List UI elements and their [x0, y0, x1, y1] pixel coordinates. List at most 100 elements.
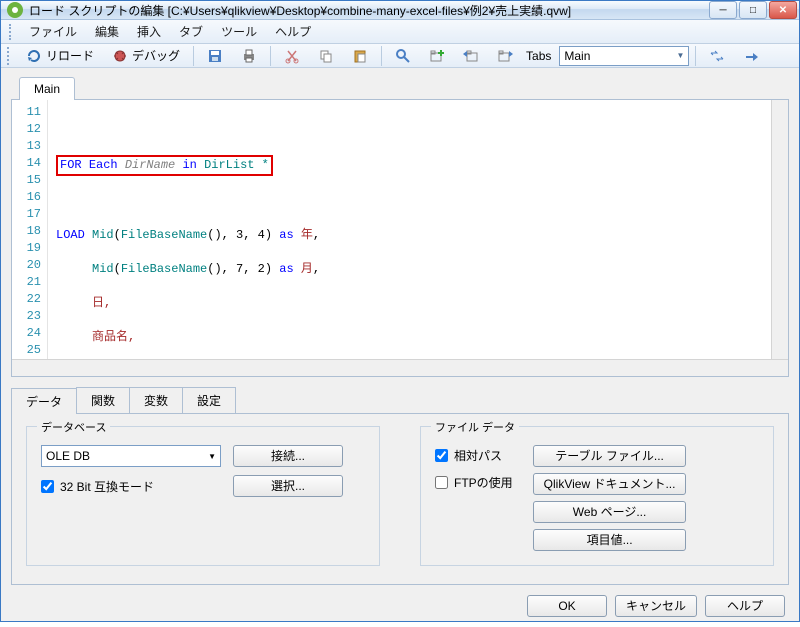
line-number: 15	[12, 172, 41, 189]
titlebar: ロード スクリプトの編集 [C:¥Users¥qlikview¥Desktop¥…	[1, 1, 799, 20]
menu-insert[interactable]: 挿入	[129, 20, 169, 43]
web-page-button[interactable]: Web ページ...	[533, 501, 687, 523]
relative-path-label: 相対パス	[454, 447, 502, 464]
filedata-legend: ファイル データ	[431, 419, 519, 435]
ftp-label: FTPの使用	[454, 474, 513, 491]
paste-button[interactable]	[345, 45, 375, 67]
line-number: 24	[12, 325, 41, 342]
vertical-scrollbar[interactable]	[771, 100, 788, 359]
relative-path-input[interactable]	[435, 449, 448, 462]
connect-button[interactable]: 接続...	[233, 445, 343, 467]
search-button[interactable]	[388, 45, 418, 67]
toolbar-extra1-button[interactable]	[702, 45, 732, 67]
qlikview-doc-button[interactable]: QlikView ドキュメント...	[533, 473, 687, 495]
menu-tool[interactable]: ツール	[213, 20, 265, 43]
tab-add-icon	[429, 48, 445, 64]
cancel-button[interactable]: キャンセル	[615, 595, 697, 617]
editor-tabstrip: Main	[1, 68, 799, 99]
toolbar-grip	[7, 47, 13, 65]
separator	[381, 46, 382, 66]
close-button[interactable]: ✕	[769, 1, 797, 19]
paste-icon	[352, 48, 368, 64]
reload-button[interactable]: リロード	[19, 44, 101, 67]
save-button[interactable]	[200, 45, 230, 67]
line-number: 21	[12, 274, 41, 291]
32bit-mode-checkbox[interactable]: 32 Bit 互換モード	[41, 478, 221, 495]
tab-data[interactable]: データ	[11, 388, 77, 414]
menubar: ファイル 編集 挿入 タブ ツール ヘルプ	[1, 20, 799, 44]
line-number: 16	[12, 189, 41, 206]
reload-icon	[26, 48, 42, 64]
search-icon	[395, 48, 411, 64]
tab-right-button[interactable]	[490, 45, 520, 67]
print-button[interactable]	[234, 45, 264, 67]
line-number: 17	[12, 206, 41, 223]
line-number: 18	[12, 223, 41, 240]
line-number: 23	[12, 308, 41, 325]
tabs-select-value: Main	[564, 49, 590, 63]
copy-icon	[318, 48, 334, 64]
toolbar-extra2-button[interactable]	[736, 45, 766, 67]
separator	[695, 46, 696, 66]
bottom-panel-content: データベース OLE DB ▼ 接続... 32 Bit 互換モード 選択...	[11, 413, 789, 585]
database-legend: データベース	[37, 419, 110, 435]
tab-functions[interactable]: 関数	[76, 387, 130, 413]
dialog-footer: OK キャンセル ヘルプ	[1, 585, 799, 627]
relative-path-checkbox[interactable]: 相対パス	[435, 447, 513, 464]
select-button[interactable]: 選択...	[233, 475, 343, 497]
32bit-mode-label: 32 Bit 互換モード	[60, 478, 154, 495]
menu-file[interactable]: ファイル	[21, 20, 85, 43]
maximize-button[interactable]: □	[739, 1, 767, 19]
ok-button[interactable]: OK	[527, 595, 607, 617]
tabs-select[interactable]: Main ▼	[559, 46, 689, 66]
line-number: 19	[12, 240, 41, 257]
ftp-checkbox[interactable]: FTPの使用	[435, 474, 513, 491]
window: ロード スクリプトの編集 [C:¥Users¥qlikview¥Desktop¥…	[0, 0, 800, 622]
line-gutter: 11 12 13 14 15 16 17 18 19 20 21 22 23 2…	[12, 100, 48, 359]
window-title: ロード スクリプトの編集 [C:¥Users¥qlikview¥Desktop¥…	[29, 2, 709, 19]
line-number: 13	[12, 138, 41, 155]
save-icon	[207, 48, 223, 64]
app-icon	[7, 2, 23, 18]
editor: 11 12 13 14 15 16 17 18 19 20 21 22 23 2…	[11, 99, 789, 377]
table-file-button[interactable]: テーブル ファイル...	[533, 445, 687, 467]
ftp-input[interactable]	[435, 476, 448, 489]
tab-settings[interactable]: 設定	[182, 387, 236, 413]
cut-button[interactable]	[277, 45, 307, 67]
db-type-value: OLE DB	[46, 449, 90, 463]
bottom-panel: データ 関数 変数 設定 データベース OLE DB ▼ 接続... 32	[11, 387, 789, 585]
debug-icon	[112, 48, 128, 64]
reload-label: リロード	[46, 47, 94, 64]
minimize-button[interactable]: ─	[709, 1, 737, 19]
dropdown-arrow-icon: ▼	[676, 51, 684, 60]
toolbar: リロード デバッグ Tabs Main ▼	[1, 44, 799, 68]
help-button[interactable]: ヘルプ	[705, 595, 785, 617]
tab-right-icon	[497, 48, 513, 64]
separator	[193, 46, 194, 66]
separator	[270, 46, 271, 66]
tab-add-button[interactable]	[422, 45, 452, 67]
database-group: データベース OLE DB ▼ 接続... 32 Bit 互換モード 選択...	[26, 426, 380, 566]
filedata-group: ファイル データ 相対パス FTPの使用 テーブル ファイル...	[420, 426, 774, 566]
debug-button[interactable]: デバッグ	[105, 44, 187, 67]
menubar-grip	[9, 24, 15, 40]
tab-variables[interactable]: 変数	[129, 387, 183, 413]
menu-help[interactable]: ヘルプ	[267, 20, 319, 43]
bottom-tabs: データ 関数 変数 設定	[11, 387, 789, 413]
horizontal-scrollbar[interactable]	[12, 359, 788, 376]
db-type-select[interactable]: OLE DB ▼	[41, 445, 221, 467]
forward-icon	[743, 48, 759, 64]
copy-button[interactable]	[311, 45, 341, 67]
editor-tab-main[interactable]: Main	[19, 77, 75, 100]
menu-edit[interactable]: 編集	[87, 20, 127, 43]
tab-left-button[interactable]	[456, 45, 486, 67]
code-area[interactable]: FOR Each DirName in DirList * LOAD Mid(F…	[48, 100, 771, 359]
dropdown-arrow-icon: ▼	[208, 452, 216, 461]
32bit-mode-input[interactable]	[41, 480, 54, 493]
line-number: 12	[12, 121, 41, 138]
line-number: 20	[12, 257, 41, 274]
tab-left-icon	[463, 48, 479, 64]
item-value-button[interactable]: 項目値...	[533, 529, 687, 551]
line-number: 25	[12, 342, 41, 359]
menu-tab[interactable]: タブ	[171, 20, 211, 43]
